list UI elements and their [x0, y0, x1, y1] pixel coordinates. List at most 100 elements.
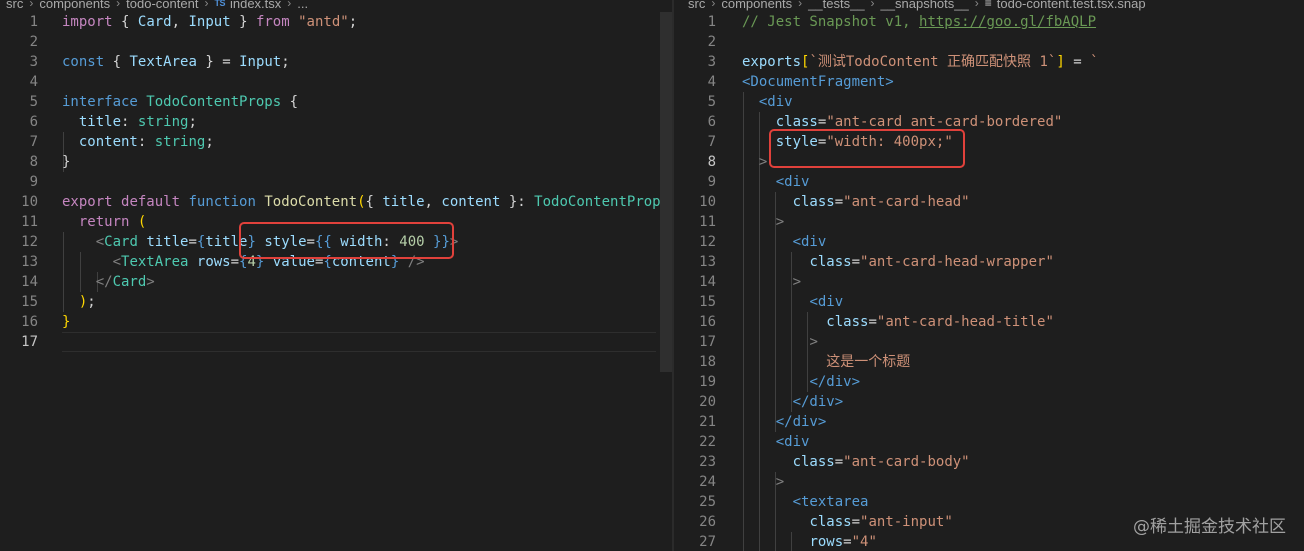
line-number: 19: [699, 374, 716, 390]
chevron-right-icon: ›: [204, 0, 209, 10]
code-line[interactable]: 11 >: [674, 212, 1304, 232]
code-line[interactable]: 10 class="ant-card-head": [674, 192, 1304, 212]
line-number: 4: [29, 74, 38, 90]
chevron-right-icon: ›: [870, 0, 875, 10]
line-number: 7: [29, 134, 38, 150]
code-line[interactable]: 23 class="ant-card-body": [674, 452, 1304, 472]
code-line[interactable]: 16 class="ant-card-head-title": [674, 312, 1304, 332]
breadcrumb-item-src[interactable]: src: [6, 0, 23, 11]
breadcrumb-item-ellipsis[interactable]: ...: [297, 0, 308, 11]
line-number: 12: [699, 234, 716, 250]
chevron-right-icon: ›: [798, 0, 803, 10]
right-code-lines[interactable]: 1// Jest Snapshot v1, https://goo.gl/fbA…: [674, 12, 1304, 551]
line-number: 4: [707, 74, 716, 90]
snapshot-docs-link[interactable]: https://goo.gl/fbAQLP: [919, 14, 1096, 30]
line-number: 3: [29, 54, 38, 70]
code-line[interactable]: 14 </Card>: [0, 272, 672, 292]
line-number: 13: [21, 254, 38, 270]
line-number: 16: [21, 314, 38, 330]
line-number: 8: [707, 154, 716, 170]
code-line[interactable]: 25 <textarea: [674, 492, 1304, 512]
code-line[interactable]: 13 class="ant-card-head-wrapper": [674, 252, 1304, 272]
line-number: 24: [699, 474, 716, 490]
code-line[interactable]: 12 <Card title={title} style={{ width: 4…: [0, 232, 672, 252]
breadcrumb-item-src[interactable]: src: [688, 0, 705, 11]
line-number: 26: [699, 514, 716, 530]
line-number: 2: [29, 34, 38, 50]
breadcrumb-item-snapshots[interactable]: __snapshots__: [881, 0, 969, 11]
line-number: 23: [699, 454, 716, 470]
code-line[interactable]: 4 <DocumentFragment>: [674, 72, 1304, 92]
breadcrumb-item-components[interactable]: components: [39, 0, 110, 11]
line-number: 17: [699, 334, 716, 350]
line-number: 18: [699, 354, 716, 370]
line-number: 5: [29, 94, 38, 110]
code-line[interactable]: 7 content: string;: [0, 132, 672, 152]
breadcrumb-item-components[interactable]: components: [721, 0, 792, 11]
code-line[interactable]: 14 >: [674, 272, 1304, 292]
line-number: 25: [699, 494, 716, 510]
code-line[interactable]: 2: [0, 32, 672, 52]
code-line-current[interactable]: 8 >: [674, 152, 1304, 172]
code-line-current[interactable]: 17: [0, 332, 672, 352]
code-line[interactable]: 17 >: [674, 332, 1304, 352]
code-line[interactable]: 20 </div>: [674, 392, 1304, 412]
code-line[interactable]: 6 title: string;: [0, 112, 672, 132]
line-number: 3: [707, 54, 716, 70]
code-line[interactable]: 15 <div: [674, 292, 1304, 312]
code-line[interactable]: 16}: [0, 312, 672, 332]
code-line[interactable]: 3 const { TextArea } = Input;: [0, 52, 672, 72]
line-number: 15: [21, 294, 38, 310]
code-line[interactable]: 13 <TextArea rows={4} value={content} />: [0, 252, 672, 272]
line-number: 14: [21, 274, 38, 290]
code-line[interactable]: 9: [0, 172, 672, 192]
code-line[interactable]: 1// Jest Snapshot v1, https://goo.gl/fbA…: [674, 12, 1304, 32]
chevron-right-icon: ›: [711, 0, 716, 10]
vertical-scrollbar[interactable]: [660, 12, 672, 372]
line-number: 6: [29, 114, 38, 130]
code-line[interactable]: 5 <div: [674, 92, 1304, 112]
code-line[interactable]: 19 </div>: [674, 372, 1304, 392]
line-number: 10: [21, 194, 38, 210]
breadcrumb-item-todo-content[interactable]: todo-content: [126, 0, 198, 11]
breadcrumb-item-file[interactable]: todo-content.test.tsx.snap: [997, 0, 1146, 11]
line-number: 9: [707, 174, 716, 190]
code-line[interactable]: 10 export default function TodoContent({ …: [0, 192, 672, 212]
chevron-right-icon: ›: [974, 0, 979, 10]
code-line[interactable]: 7 style="width: 400px;": [674, 132, 1304, 152]
breadcrumb-item-file[interactable]: index.tsx: [230, 0, 281, 11]
line-number: 1: [707, 14, 716, 30]
code-line[interactable]: 9 <div: [674, 172, 1304, 192]
code-line[interactable]: 2: [674, 32, 1304, 52]
right-editor-pane[interactable]: src › components › __tests__ › __snapsho…: [674, 0, 1304, 551]
line-number: 7: [707, 134, 716, 150]
code-line[interactable]: 8}: [0, 152, 672, 172]
line-number: 6: [707, 114, 716, 130]
code-line[interactable]: 18 这是一个标题: [674, 352, 1304, 372]
line-number: 9: [29, 174, 38, 190]
code-line[interactable]: 22 <div: [674, 432, 1304, 452]
line-number: 11: [699, 214, 716, 230]
line-number: 27: [699, 534, 716, 550]
code-line[interactable]: 6 class="ant-card ant-card-bordered": [674, 112, 1304, 132]
code-line[interactable]: 15 );: [0, 292, 672, 312]
breadcrumb-item-tests[interactable]: __tests__: [808, 0, 864, 11]
left-code-lines[interactable]: 1 import { Card, Input } from "antd"; 2 3…: [0, 12, 672, 352]
code-line[interactable]: 4: [0, 72, 672, 92]
code-line[interactable]: 11 return (: [0, 212, 672, 232]
code-line[interactable]: 1 import { Card, Input } from "antd";: [0, 12, 672, 32]
line-number: 13: [699, 254, 716, 270]
line-number: 21: [699, 414, 716, 430]
line-number: 20: [699, 394, 716, 410]
code-line[interactable]: 12 <div: [674, 232, 1304, 252]
code-line[interactable]: 3 exports[`测试TodoContent 正确匹配快照 1`] = `: [674, 52, 1304, 72]
code-line[interactable]: 24 >: [674, 472, 1304, 492]
line-number: 17: [21, 334, 38, 350]
typescript-file-icon: TS: [214, 0, 225, 8]
code-line[interactable]: 21 </div>: [674, 412, 1304, 432]
current-line-highlight: [62, 332, 656, 352]
snapshot-file-icon: ≡: [984, 0, 992, 10]
code-line[interactable]: 5 interface TodoContentProps {: [0, 92, 672, 112]
line-number: 15: [699, 294, 716, 310]
left-editor-pane[interactable]: src › components › todo-content › TS ind…: [0, 0, 672, 551]
